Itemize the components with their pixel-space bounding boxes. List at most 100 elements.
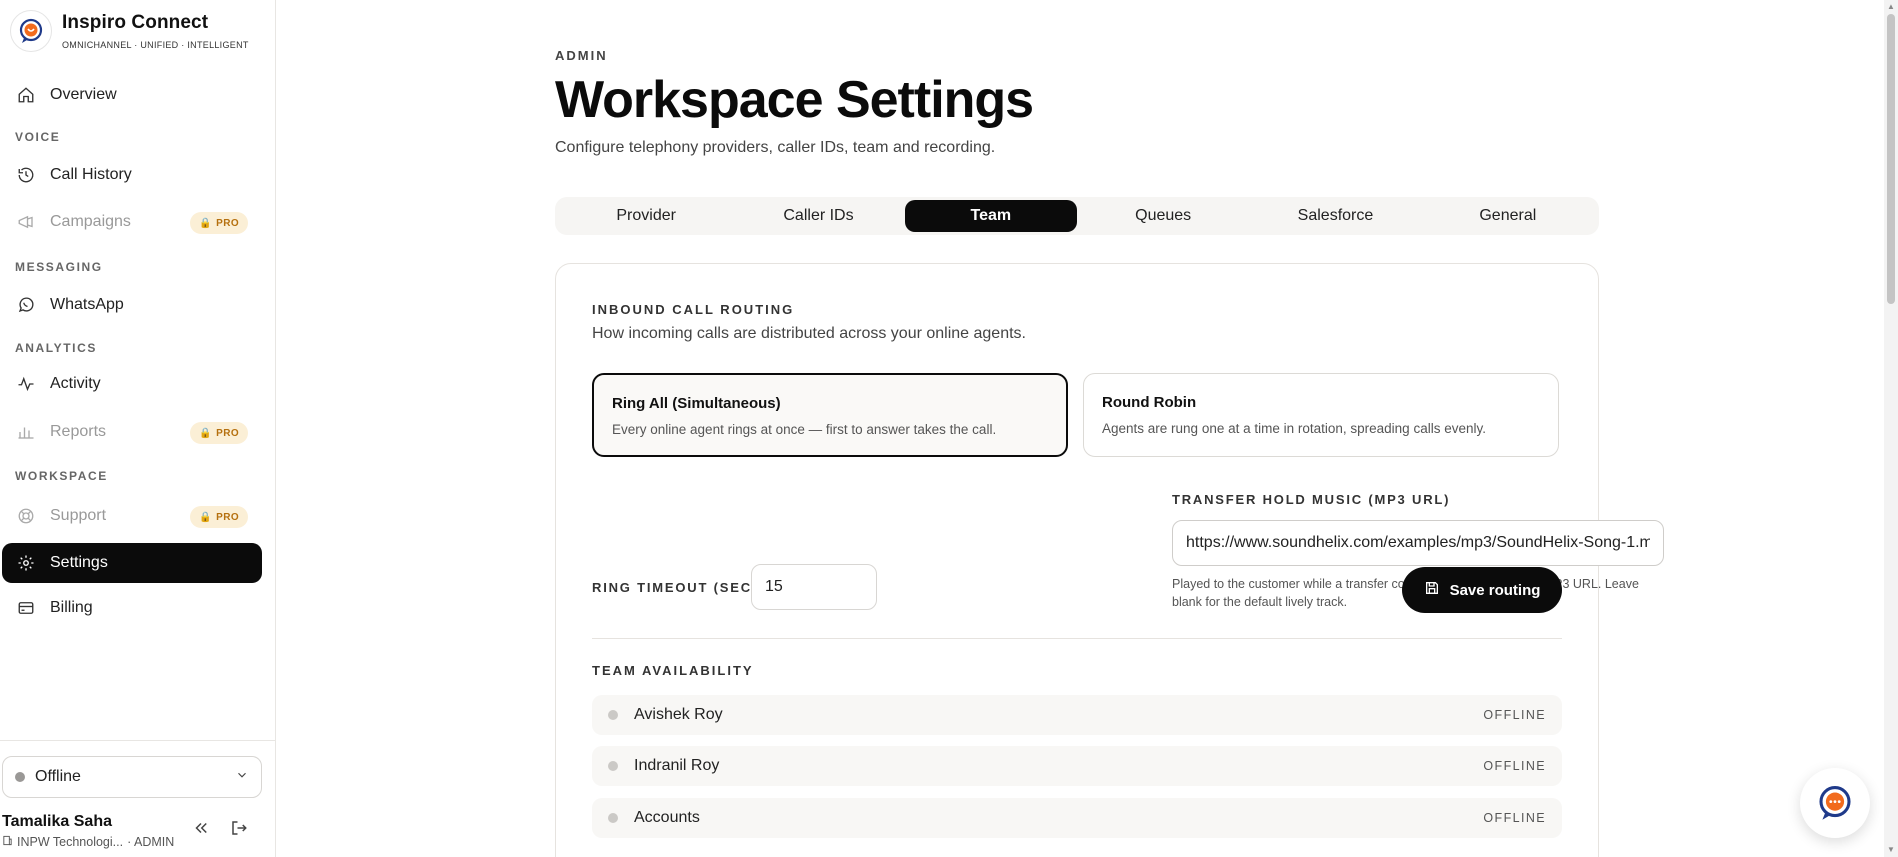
routing-eyebrow: INBOUND CALL ROUTING <box>592 302 795 317</box>
option-description: Agents are rung one at a time in rotatio… <box>1102 421 1486 436</box>
pro-badge: 🔒 PRO <box>190 506 248 528</box>
page-scrollbar[interactable]: ▲ ▼ <box>1884 0 1898 857</box>
sidebar-item-billing[interactable]: Billing <box>2 588 262 628</box>
chevron-down-icon <box>235 768 249 787</box>
scroll-thumb[interactable] <box>1887 14 1895 304</box>
member-name: Indranil Roy <box>634 757 720 774</box>
home-icon <box>16 85 36 105</box>
presence-dot <box>608 813 618 823</box>
status-select[interactable]: Offline <box>2 756 262 798</box>
status-dot <box>15 772 25 782</box>
lock-icon: 🔒 <box>199 511 213 523</box>
tab-provider[interactable]: Provider <box>560 200 732 232</box>
bar-chart-icon <box>16 422 36 442</box>
whatsapp-icon <box>16 295 36 315</box>
user-role: · ADMIN <box>127 835 175 849</box>
member-status: OFFLINE <box>1483 759 1546 773</box>
routing-option-ring-all[interactable]: Ring All (Simultaneous) Every online age… <box>592 373 1068 457</box>
status-value: Offline <box>35 768 81 785</box>
sidebar-item-label: Overview <box>50 86 117 103</box>
sidebar-item-label: Campaigns <box>50 213 131 230</box>
sidebar-item-whatsapp[interactable]: WhatsApp <box>2 285 262 325</box>
logout-icon[interactable] <box>230 819 248 842</box>
tab-queues[interactable]: Queues <box>1077 200 1249 232</box>
chat-assistant-button[interactable] <box>1800 768 1870 838</box>
sidebar-item-overview[interactable]: Overview <box>2 75 262 115</box>
section-label-voice: VOICE <box>15 130 61 144</box>
sidebar: Inspiro Connect OMNICHANNEL · UNIFIED · … <box>0 0 276 857</box>
ring-timeout-label: RING TIMEOUT (SEC) <box>592 580 759 595</box>
brand-logo-icon <box>10 10 52 52</box>
collapse-sidebar-icon[interactable] <box>192 819 210 842</box>
settings-tabs: Provider Caller IDs Team Queues Salesfor… <box>555 197 1599 235</box>
sidebar-item-support[interactable]: Support 🔒 PRO <box>2 496 262 536</box>
save-icon <box>1424 580 1440 600</box>
sidebar-item-label: Call History <box>50 166 132 183</box>
tab-general[interactable]: General <box>1422 200 1594 232</box>
presence-dot <box>608 710 618 720</box>
team-member-row: Indranil Roy OFFLINE <box>592 746 1562 786</box>
hold-music-label: TRANSFER HOLD MUSIC (MP3 URL) <box>1172 492 1451 507</box>
page-subtitle: Configure telephony providers, caller ID… <box>555 139 996 156</box>
section-label-workspace: WORKSPACE <box>15 469 108 483</box>
team-availability-eyebrow: TEAM AVAILABILITY <box>592 663 754 678</box>
option-title: Ring All (Simultaneous) <box>612 395 781 412</box>
activity-icon <box>16 374 36 394</box>
user-name: Tamalika Saha <box>2 813 112 830</box>
section-label-analytics: ANALYTICS <box>15 341 97 355</box>
pro-badge: 🔒 PRO <box>190 212 248 234</box>
lock-icon: 🔒 <box>199 217 213 229</box>
megaphone-icon <box>16 212 36 232</box>
member-status: OFFLINE <box>1483 811 1546 825</box>
tab-salesforce[interactable]: Salesforce <box>1249 200 1421 232</box>
brand-subtitle: OMNICHANNEL · UNIFIED · INTELLIGENT <box>62 40 249 50</box>
member-name: Accounts <box>634 809 700 826</box>
sidebar-item-campaigns[interactable]: Campaigns 🔒 PRO <box>2 202 262 242</box>
sidebar-item-label: Billing <box>50 599 93 616</box>
building-icon <box>2 835 13 849</box>
user-actions <box>192 819 248 842</box>
sidebar-item-reports[interactable]: Reports 🔒 PRO <box>2 412 262 452</box>
section-label-messaging: MESSAGING <box>15 260 103 274</box>
gear-icon <box>16 553 36 573</box>
sidebar-item-label: Support <box>50 507 107 524</box>
sidebar-item-settings[interactable]: Settings <box>2 543 262 583</box>
page-title: Workspace Settings <box>555 71 1034 129</box>
main-content: ADMIN Workspace Settings Configure telep… <box>277 0 1880 857</box>
routing-option-round-robin[interactable]: Round Robin Agents are rung one at a tim… <box>1083 373 1559 457</box>
routing-subtitle: How incoming calls are distributed acros… <box>592 325 1026 342</box>
sidebar-item-label: Reports <box>50 423 107 440</box>
lock-icon: 🔒 <box>199 427 213 439</box>
option-description: Every online agent rings at once — first… <box>612 422 997 437</box>
sidebar-item-label: WhatsApp <box>50 296 124 313</box>
sidebar-item-label: Settings <box>50 554 108 571</box>
history-icon <box>16 165 36 185</box>
page-eyebrow: ADMIN <box>555 48 608 63</box>
scroll-up-icon[interactable]: ▲ <box>1887 2 1895 11</box>
member-status: OFFLINE <box>1483 708 1546 722</box>
sidebar-item-activity[interactable]: Activity <box>2 364 262 404</box>
member-name: Avishek Roy <box>634 706 723 723</box>
routing-card: INBOUND CALL ROUTING How incoming calls … <box>555 263 1664 857</box>
tab-caller-ids[interactable]: Caller IDs <box>732 200 904 232</box>
save-routing-label: Save routing <box>1449 581 1541 599</box>
divider <box>592 638 1562 639</box>
credit-card-icon <box>16 598 36 618</box>
sidebar-footer: Offline Tamalika Saha INPW Technologi...… <box>0 740 276 857</box>
lifebuoy-icon <box>16 506 36 526</box>
chat-bubble-icon <box>1819 786 1851 820</box>
pro-badge: 🔒 PRO <box>190 422 248 444</box>
sidebar-item-label: Activity <box>50 375 101 392</box>
sidebar-item-call-history[interactable]: Call History <box>2 155 262 195</box>
brand-title: Inspiro Connect <box>62 12 209 33</box>
hold-music-url-input[interactable] <box>1172 520 1664 566</box>
scroll-down-icon[interactable]: ▼ <box>1887 845 1895 854</box>
team-member-row: Avishek Roy OFFLINE <box>592 695 1562 735</box>
option-title: Round Robin <box>1102 394 1197 411</box>
tab-team[interactable]: Team <box>904 200 1077 232</box>
user-org-name: INPW Technologi... <box>17 835 124 849</box>
brand[interactable]: Inspiro Connect OMNICHANNEL · UNIFIED · … <box>10 10 249 52</box>
presence-dot <box>608 761 618 771</box>
save-routing-button[interactable]: Save routing <box>1402 567 1562 613</box>
ring-timeout-input[interactable] <box>751 564 877 610</box>
